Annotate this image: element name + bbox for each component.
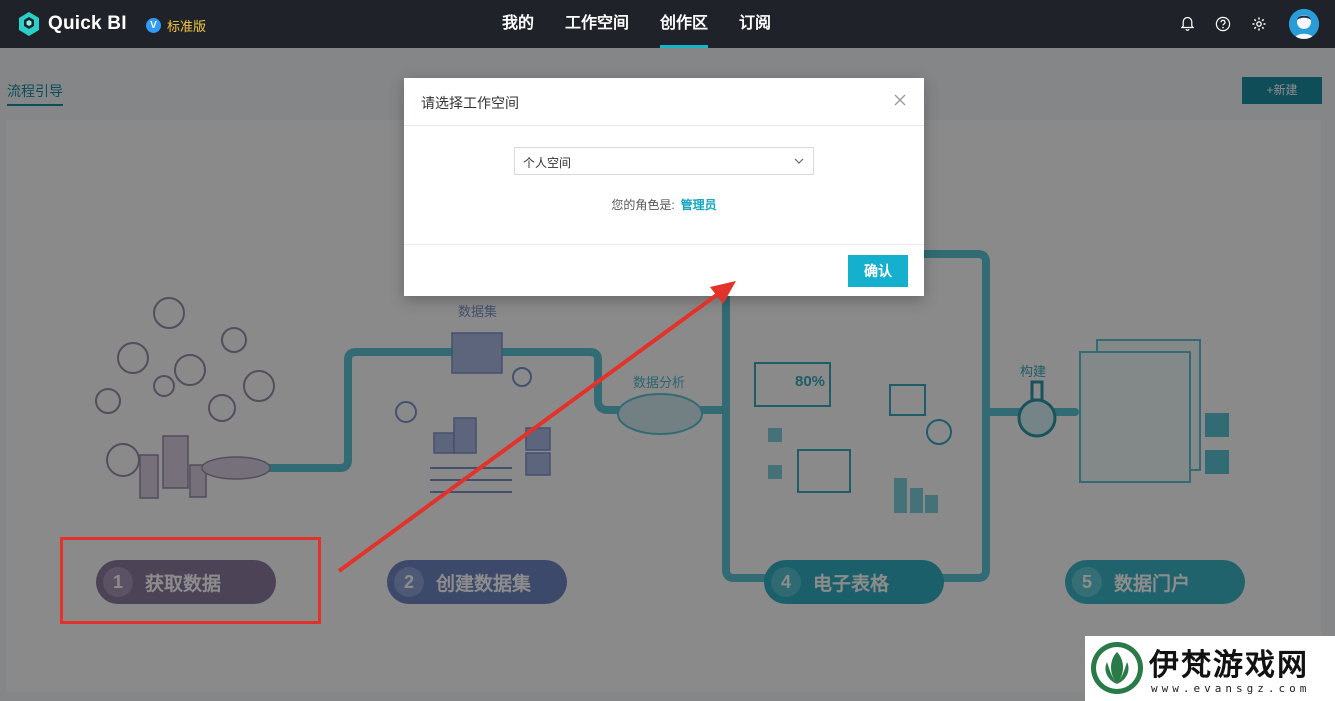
- role-value: 管理员: [680, 198, 717, 212]
- watermark: 伊梵游戏网 www.evansgz.com: [1085, 636, 1335, 701]
- select-workspace-dialog: 请选择工作空间 个人空间 您的角色是: 管理员 确认: [404, 78, 924, 296]
- confirm-button[interactable]: 确认: [848, 255, 908, 287]
- annotation-highlight-box: [60, 537, 321, 624]
- watermark-title: 伊梵游戏网: [1149, 648, 1309, 683]
- workspace-select[interactable]: 个人空间: [514, 147, 814, 175]
- workspace-select-value: 个人空间: [523, 156, 572, 170]
- watermark-url: www.evansgz.com: [1151, 682, 1311, 695]
- close-icon[interactable]: [893, 93, 907, 107]
- watermark-logo-icon: [1091, 642, 1143, 694]
- role-label: 您的角色是:: [611, 198, 675, 212]
- dialog-divider: [404, 244, 924, 245]
- dialog-header: 请选择工作空间: [404, 78, 924, 126]
- dialog-title: 请选择工作空间: [421, 95, 519, 111]
- role-info: 您的角色是: 管理员: [404, 196, 924, 213]
- chevron-down-icon: [794, 158, 804, 164]
